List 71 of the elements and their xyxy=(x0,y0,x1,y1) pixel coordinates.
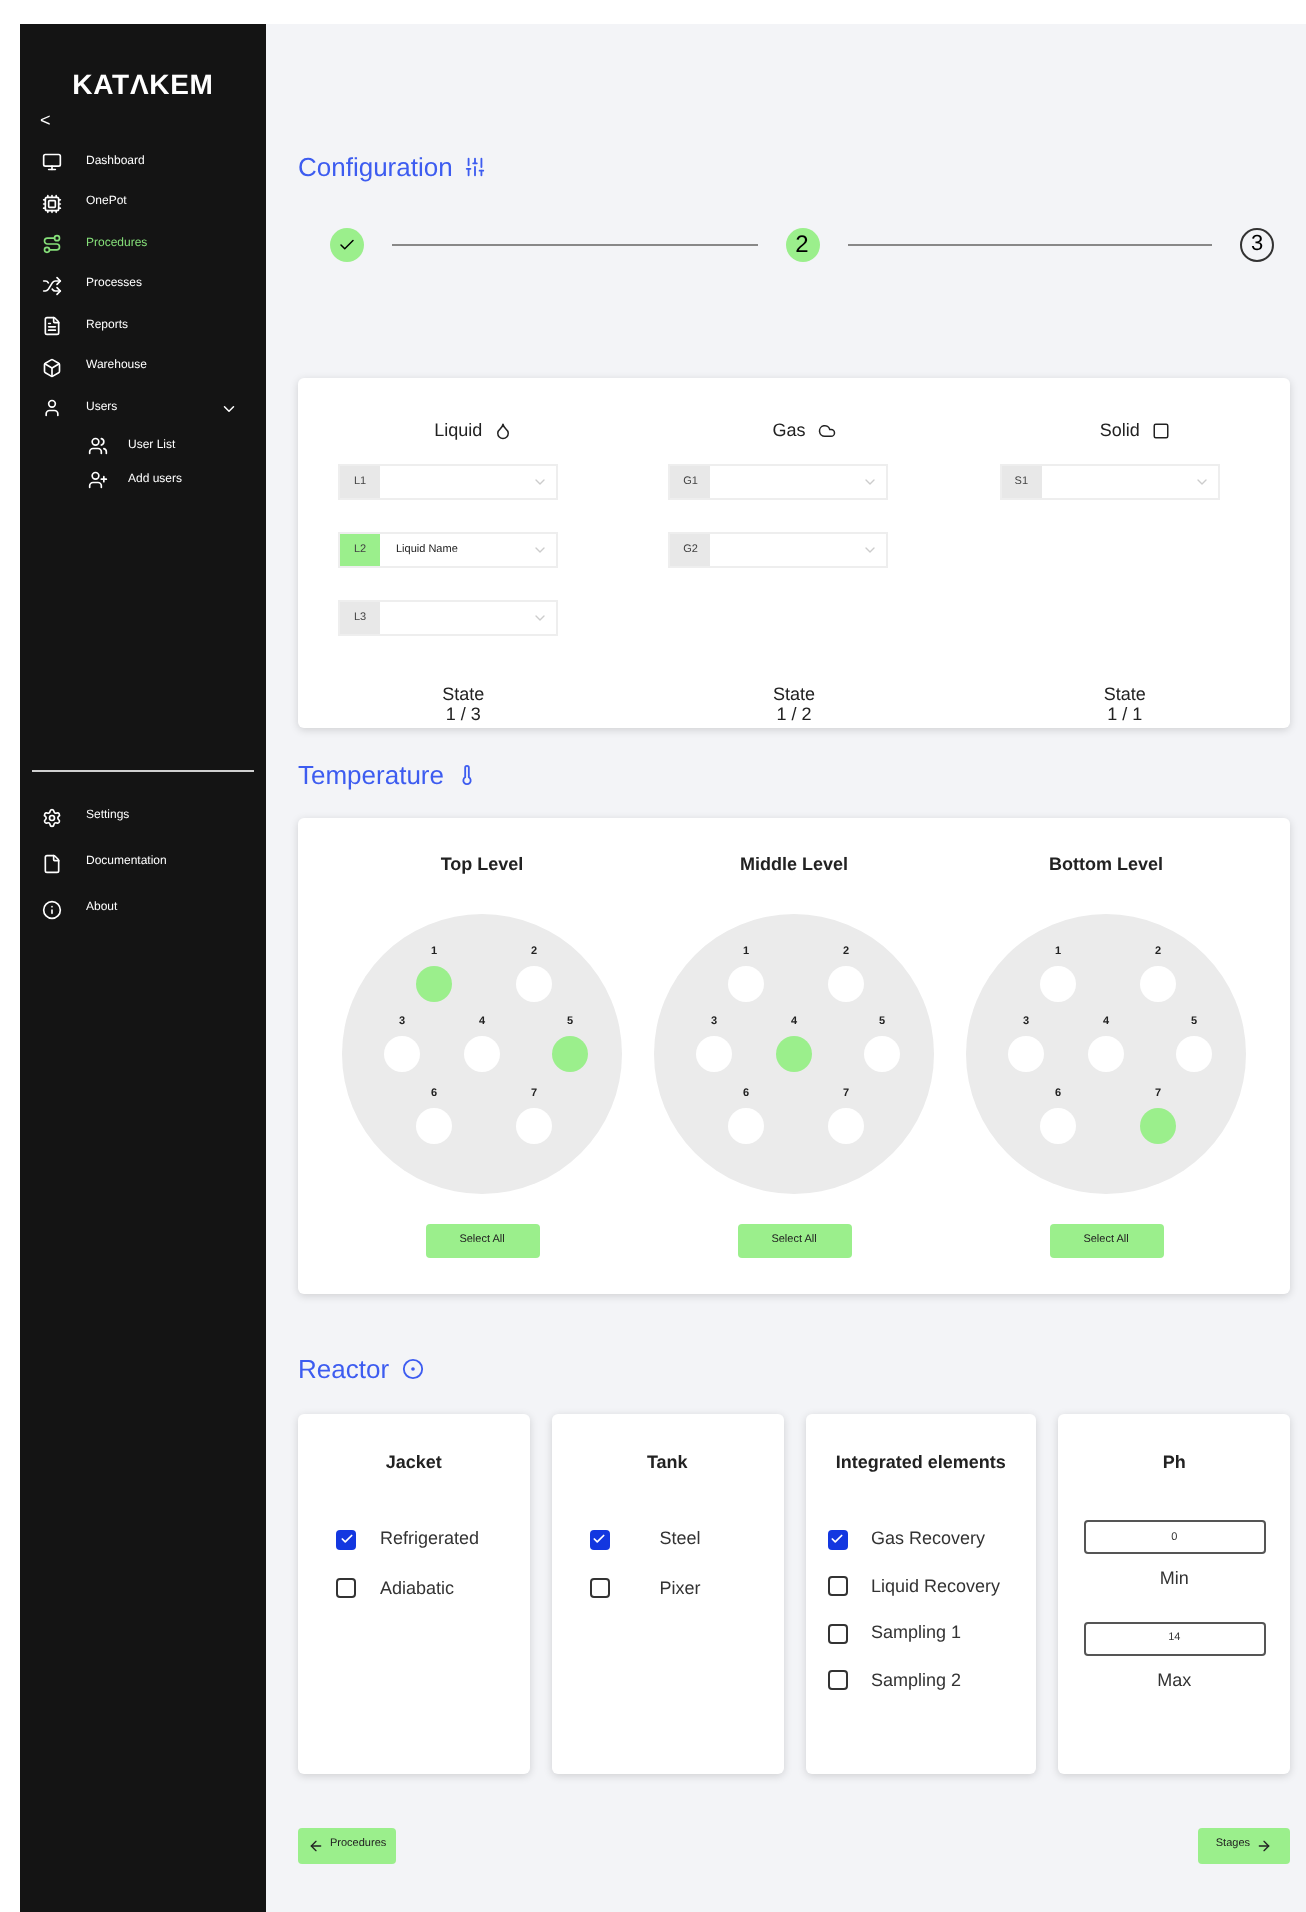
checkbox[interactable] xyxy=(827,1623,847,1644)
checkbox[interactable] xyxy=(336,1578,356,1599)
route-icon xyxy=(42,234,62,255)
section-title: Temperature xyxy=(298,757,444,794)
check-icon xyxy=(338,235,356,253)
droplet-icon xyxy=(494,421,513,440)
settings-icon xyxy=(42,807,62,827)
well[interactable] xyxy=(776,1035,812,1071)
logo: KATΛKEM xyxy=(72,66,214,104)
well[interactable] xyxy=(552,1035,588,1071)
add-user-icon xyxy=(88,470,108,490)
chevron-icon xyxy=(532,474,548,490)
back-button[interactable]: < xyxy=(20,112,266,130)
section-title: Reactor xyxy=(298,1352,390,1388)
option-label: Gas Recovery xyxy=(871,1526,986,1552)
well[interactable] xyxy=(1140,1107,1176,1143)
field-label: Max xyxy=(1157,1667,1192,1693)
option-label: Adiabatic xyxy=(380,1575,455,1601)
card-title: Tank xyxy=(644,1449,690,1475)
section-title: Configuration xyxy=(298,150,453,186)
target-icon xyxy=(401,1358,424,1381)
state-label: State xyxy=(772,684,815,704)
column-title: Gas xyxy=(772,417,806,443)
checkbox[interactable] xyxy=(827,1670,847,1691)
box-icon xyxy=(42,357,62,378)
card-title: Integrated elements xyxy=(833,1449,1008,1476)
checkbox[interactable] xyxy=(827,1576,847,1597)
state-count: 1 / 3 xyxy=(445,704,481,724)
file-icon xyxy=(42,853,62,873)
option-label: Steel xyxy=(659,1526,701,1552)
arrow-left-icon xyxy=(308,1837,324,1853)
option-label: Sampling 2 xyxy=(871,1667,962,1694)
monitor-icon xyxy=(42,152,62,173)
square-icon xyxy=(1151,421,1170,440)
checkbox[interactable] xyxy=(827,1529,847,1550)
arrow-right-icon xyxy=(1256,1837,1272,1853)
state-count: 1 / 2 xyxy=(776,704,812,724)
chevron-icon xyxy=(532,610,548,626)
chevron-icon xyxy=(862,474,879,490)
option-label: Liquid Recovery xyxy=(871,1573,1001,1600)
users-icon xyxy=(88,436,108,456)
level-title: Top Level xyxy=(440,852,524,878)
checkbox[interactable] xyxy=(589,1578,610,1599)
state-count: 1 / 1 xyxy=(1107,704,1143,724)
column-title: Solid xyxy=(1099,417,1140,443)
column-title: Liquid xyxy=(434,417,483,444)
cloud-icon xyxy=(817,421,836,440)
state-label: State xyxy=(1103,684,1146,704)
chevron-icon xyxy=(1193,474,1210,490)
step-pending: 3 xyxy=(1240,227,1274,261)
user-icon xyxy=(42,398,62,419)
chip-icon xyxy=(42,193,62,214)
card-title: Jacket xyxy=(383,1449,444,1475)
level-title: Middle Level xyxy=(739,852,848,878)
state-label: State xyxy=(442,684,485,704)
level-title: Bottom Level xyxy=(1048,852,1163,878)
info-icon xyxy=(42,899,62,919)
chevron-icon xyxy=(532,542,548,558)
well[interactable] xyxy=(416,965,452,1001)
chevron-icon xyxy=(862,542,879,558)
option-label: Sampling 1 xyxy=(871,1620,962,1646)
option-label: Pixer xyxy=(659,1575,701,1601)
step-current: 2 xyxy=(785,227,819,261)
sliders-icon xyxy=(464,156,487,179)
checkbox[interactable] xyxy=(336,1529,356,1550)
field-label: Min xyxy=(1159,1566,1189,1592)
checkbox[interactable] xyxy=(589,1529,610,1550)
document-icon xyxy=(42,316,62,337)
card-title: Ph xyxy=(1160,1449,1188,1475)
shuffle-icon xyxy=(42,275,62,296)
option-label: Refrigerated xyxy=(380,1526,480,1552)
